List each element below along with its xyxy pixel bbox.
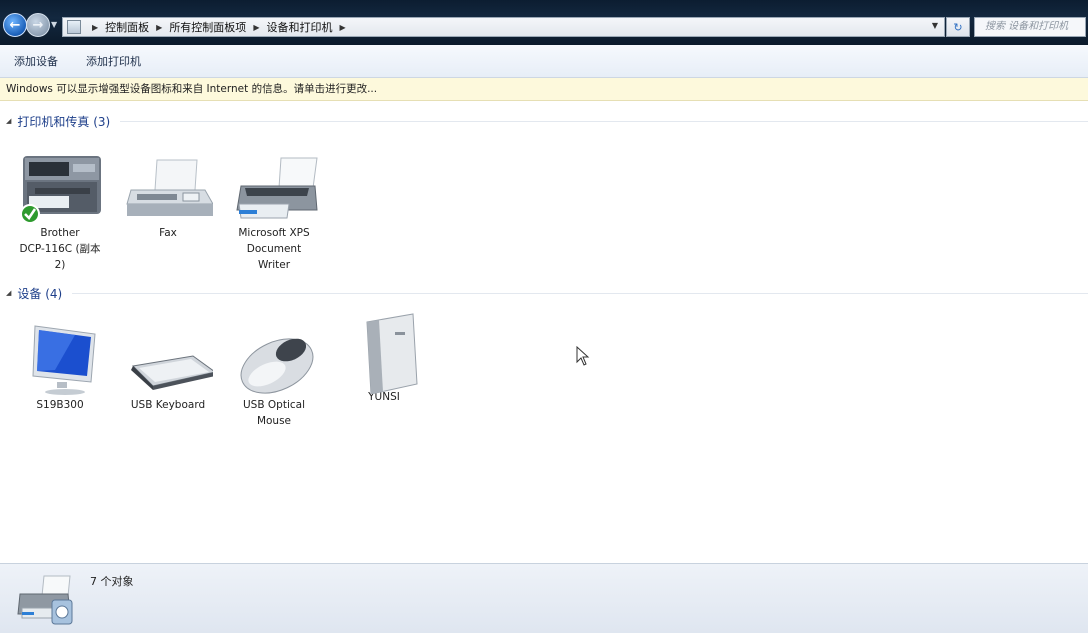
breadcrumb-devices-printers[interactable]: 设备和打印机 ▶	[266, 19, 352, 35]
printer-default-icon	[15, 148, 105, 224]
computer-icon	[339, 312, 429, 395]
breadcrumb-control-panel[interactable]: 控制面板 ▶	[105, 19, 169, 35]
breadcrumb-arrow-icon[interactable]: ▶	[253, 23, 259, 32]
printer-item-brother[interactable]: Brother DCP-116C (副本 2)	[10, 148, 110, 273]
printer-item-fax[interactable]: Fax	[118, 148, 218, 241]
breadcrumb-all-items[interactable]: 所有控制面板项 ▶	[169, 19, 266, 35]
search-input[interactable]: 搜索 设备和打印机	[974, 17, 1086, 37]
keyboard-icon	[123, 320, 217, 395]
add-device-button[interactable]: 添加设备	[14, 53, 58, 69]
device-name: Brother DCP-116C (副本 2)	[19, 227, 101, 271]
refresh-icon: ↻	[953, 20, 963, 34]
device-name: USB Optical Mouse	[243, 399, 305, 427]
devices-printers-icon	[14, 572, 76, 627]
recent-pages-dropdown-icon[interactable]: ▼	[51, 20, 61, 30]
device-name: Microsoft XPS Document Writer	[238, 227, 310, 271]
back-button[interactable]: ←	[3, 13, 27, 37]
add-printer-button[interactable]: 添加打印机	[86, 53, 141, 69]
mouse-icon	[229, 320, 319, 395]
command-bar: 添加设备 添加打印机	[0, 45, 1088, 78]
device-item-monitor[interactable]: S19B300	[10, 320, 110, 413]
breadcrumb-arrow-icon[interactable]: ▶	[339, 23, 345, 32]
breadcrumb-arrow-icon[interactable]: ▶	[156, 23, 162, 32]
printer-item-xps[interactable]: Microsoft XPS Document Writer	[224, 148, 324, 273]
collapse-triangle-icon[interactable]: ◢	[6, 117, 11, 125]
monitor-icon	[15, 320, 105, 395]
group-divider	[120, 120, 1088, 122]
address-bar-strip: ← → ▼ ▶ 控制面板 ▶ 所有控制面板项 ▶ 设备和打印机 ▶ ▼ ↻ 搜索 设备…	[0, 0, 1088, 45]
device-item-computer[interactable]: YUNSI	[334, 312, 434, 405]
device-name: Fax	[159, 227, 177, 239]
group-header-devices[interactable]: ◢ 设备 (4)	[0, 285, 1088, 301]
mouse-pointer-icon	[576, 346, 590, 366]
control-panel-icon	[67, 20, 81, 34]
breadcrumb-arrow-icon[interactable]: ▶	[92, 23, 98, 32]
object-count: 7 个对象	[90, 575, 134, 588]
device-item-keyboard[interactable]: USB Keyboard	[118, 320, 218, 413]
collapse-triangle-icon[interactable]: ◢	[6, 289, 11, 297]
group-divider	[72, 292, 1088, 294]
device-name: USB Keyboard	[130, 399, 206, 411]
refresh-button[interactable]: ↻	[946, 17, 970, 37]
group-label: 打印机和传真 (3)	[17, 114, 111, 129]
address-box[interactable]: ▶ 控制面板 ▶ 所有控制面板项 ▶ 设备和打印机 ▶ ▼	[62, 17, 945, 37]
address-dropdown-icon[interactable]: ▼	[932, 21, 938, 30]
printer-icon	[229, 148, 319, 223]
forward-button[interactable]: →	[26, 13, 50, 37]
breadcrumb-label: 控制面板	[105, 21, 150, 34]
breadcrumb-label: 所有控制面板项	[169, 21, 247, 34]
group-label: 设备 (4)	[17, 286, 63, 301]
fax-icon	[123, 148, 214, 223]
device-item-mouse[interactable]: USB Optical Mouse	[224, 320, 324, 429]
details-pane: 7 个对象	[0, 563, 1088, 633]
info-bar[interactable]: Windows 可以显示增强型设备图标和来自 Internet 的信息。请单击进…	[0, 78, 1088, 101]
breadcrumb-label: 设备和打印机	[266, 21, 333, 34]
device-name: S19B300	[36, 399, 84, 411]
group-header-printers[interactable]: ◢ 打印机和传真 (3)	[0, 113, 1088, 129]
